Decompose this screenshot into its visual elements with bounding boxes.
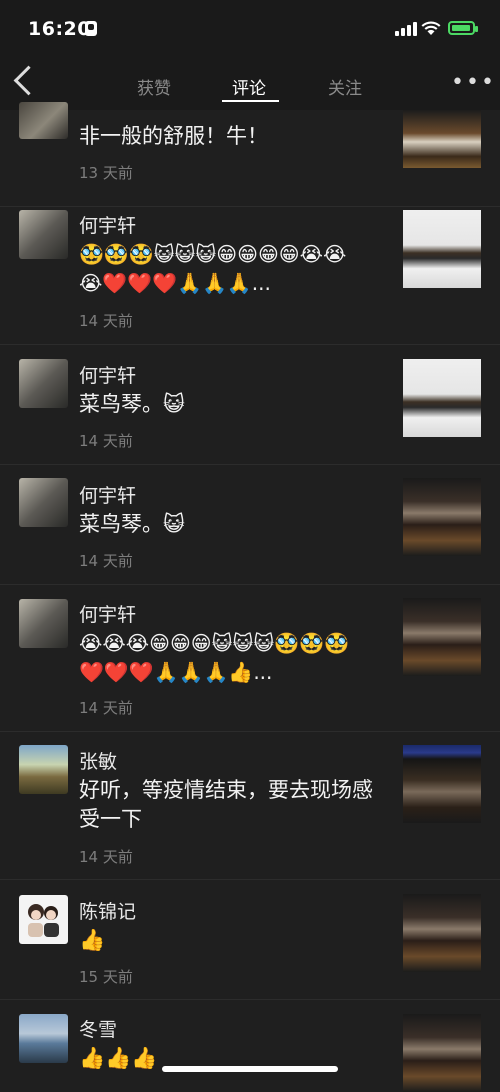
commenter-name: 张敏 — [79, 751, 118, 773]
comment-text: 😭😭😭😁😁😁😺😺😺🥸🥸🥸❤️❤️❤️🙏🙏🙏👍... — [79, 631, 349, 684]
commenter-name: 何宇轩 — [79, 604, 137, 626]
avatar[interactable] — [19, 745, 68, 794]
orientation-lock-icon — [85, 21, 97, 36]
commenter-name: 何宇轩 — [79, 365, 137, 387]
comment-text: 好听，等疫情结束，要去现场感受一下 — [79, 778, 373, 831]
post-thumbnail[interactable] — [403, 478, 481, 556]
cellular-signal-icon — [395, 22, 417, 36]
comment-time: 15 天前 — [79, 968, 133, 986]
avatar[interactable] — [19, 599, 68, 648]
avatar[interactable] — [19, 102, 68, 139]
comment-item[interactable]: 何宇轩 😭😭😭😁😁😁😺😺😺🥸🥸🥸❤️❤️❤️🙏🙏🙏👍... 14 天前 — [0, 585, 500, 731]
comment-time: 14 天前 — [79, 432, 133, 450]
post-thumbnail[interactable] — [403, 745, 481, 823]
post-thumbnail[interactable] — [403, 110, 481, 168]
comment-text: 👍 — [79, 928, 106, 952]
commenter-name: 冬雪 — [79, 1019, 118, 1041]
comment-text: 🥸🥸🥸😺😺😺😁😁😁😁😭😭😭❤️❤️❤️🙏🙏🙏... — [79, 242, 347, 295]
comment-text: 菜鸟琴。😺 — [79, 392, 185, 416]
commenter-name: 陈锦记 — [79, 901, 137, 923]
commenter-name: 何宇轩 — [79, 485, 137, 507]
more-options-icon[interactable]: ••• — [451, 70, 496, 95]
wifi-icon — [421, 20, 441, 40]
comment-time: 14 天前 — [79, 312, 133, 330]
status-time: 16:20 — [28, 18, 91, 40]
comment-time: 13 天前 — [79, 164, 133, 182]
avatar[interactable] — [19, 478, 68, 527]
top-navigation: 获赞 评论 关注 ••• — [0, 56, 500, 110]
comment-item[interactable]: 何宇轩 菜鸟琴。😺 14 天前 — [0, 465, 500, 584]
comment-item[interactable]: 何宇轩 菜鸟琴。😺 14 天前 — [0, 345, 500, 464]
post-thumbnail[interactable] — [403, 598, 481, 676]
avatar[interactable] — [19, 359, 68, 408]
comment-time: 14 天前 — [79, 552, 133, 570]
comment-time: 14 天前 — [79, 699, 133, 717]
status-bar: 16:20 — [0, 0, 500, 56]
avatar[interactable] — [19, 210, 68, 259]
comment-item[interactable]: 何宇轩 🥸🥸🥸😺😺😺😁😁😁😁😭😭😭❤️❤️❤️🙏🙏🙏... 14 天前 — [0, 207, 500, 344]
comment-text: 菜鸟琴。😺 — [79, 512, 185, 536]
tab-likes[interactable]: 获赞 — [137, 74, 171, 99]
comment-item[interactable]: 张敏 好听，等疫情结束，要去现场感受一下 14 天前 — [0, 732, 500, 879]
avatar[interactable] — [19, 895, 68, 944]
home-indicator[interactable] — [162, 1066, 338, 1072]
post-thumbnail[interactable] — [403, 359, 481, 437]
tab-comments[interactable]: 评论 — [232, 74, 266, 99]
battery-icon — [448, 21, 478, 35]
comment-item[interactable]: 非一般的舒服！牛！ 13 天前 — [0, 102, 500, 206]
tab-follows[interactable]: 关注 — [328, 74, 362, 99]
post-thumbnail[interactable] — [403, 1014, 481, 1092]
avatar[interactable] — [19, 1014, 68, 1063]
comment-item[interactable]: 陈锦记 👍 15 天前 — [0, 880, 500, 999]
comment-time: 14 天前 — [79, 848, 133, 866]
post-thumbnail[interactable] — [403, 894, 481, 972]
post-thumbnail[interactable] — [403, 210, 481, 288]
back-icon[interactable] — [13, 65, 44, 96]
comment-text: 非一般的舒服！牛！ — [79, 124, 268, 148]
commenter-name: 何宇轩 — [79, 215, 137, 237]
active-tab-indicator — [222, 100, 279, 102]
